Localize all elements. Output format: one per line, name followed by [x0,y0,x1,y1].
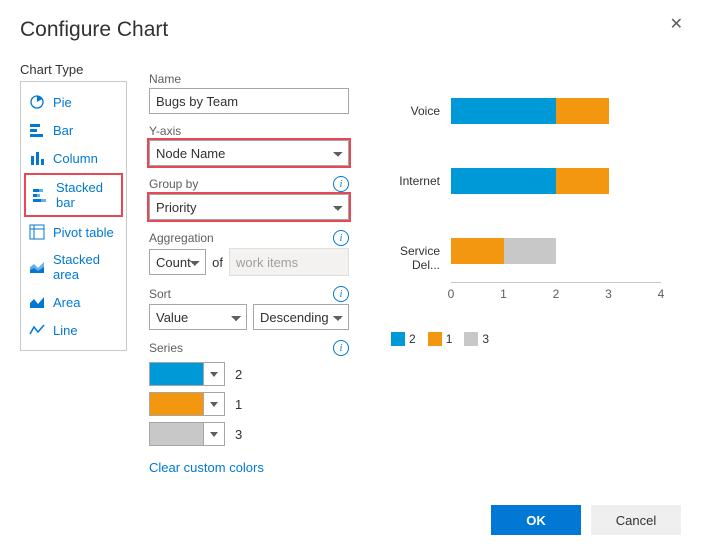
chart-bar [451,168,609,194]
legend-item: 2 [391,332,416,346]
chart-preview: VoiceInternetService Del...01234 213 [371,62,681,475]
chart-bar [451,238,556,264]
series-row: 1 [149,392,349,416]
chart-type-area[interactable]: Area [21,288,126,316]
column-icon [29,150,45,166]
area-icon [29,294,45,310]
yaxis-label: Y-axis [149,124,349,138]
legend-swatch [428,332,442,346]
legend-item: 3 [464,332,489,346]
chart-type-pie[interactable]: Pie [21,88,126,116]
chart-x-axis: 01234 [451,282,661,283]
chart-type-column[interactable]: Column [21,144,126,172]
legend-swatch [391,332,405,346]
aggregation-target: work items [229,248,349,276]
chevron-down-icon [203,363,224,385]
chart-category-label: Internet [371,174,446,188]
chart-type-stacked-area[interactable]: Stacked area [21,246,126,288]
sort-by-select[interactable]: Value [149,304,247,330]
chevron-down-icon [203,423,224,445]
chart-segment [451,98,556,124]
series-row: 2 [149,362,349,386]
pie-icon [29,94,45,110]
close-icon[interactable]: ✕ [670,14,683,34]
stacked-area-icon [29,259,45,275]
chart-type-bar[interactable]: Bar [21,116,126,144]
chart-tick: 4 [658,287,665,301]
clear-colors-link[interactable]: Clear custom colors [149,460,264,475]
dialog-title: Configure Chart [20,18,681,42]
chart-type-heading: Chart Type [20,62,127,77]
chart-segment [451,168,556,194]
ok-button[interactable]: OK [491,505,581,535]
legend-label: 1 [446,332,453,346]
legend-swatch [464,332,478,346]
series-color-picker[interactable] [149,362,225,386]
legend-label: 3 [482,332,489,346]
info-icon[interactable]: i [333,176,349,192]
name-input[interactable] [149,88,349,114]
series-name: 3 [235,427,242,442]
chart-tick: 2 [553,287,560,301]
stacked-bar-icon [32,187,48,203]
groupby-select[interactable]: Priority [149,194,349,220]
chart-type-list: Pie Bar Column Stacked bar Pivot table [20,81,127,351]
line-icon [29,322,45,338]
chart-segment [556,168,609,194]
series-color-picker[interactable] [149,422,225,446]
legend-label: 2 [409,332,416,346]
series-row: 3 [149,422,349,446]
cancel-button[interactable]: Cancel [591,505,681,535]
legend-item: 1 [428,332,453,346]
chart-type-line[interactable]: Line [21,316,126,344]
chart-category-label: Voice [371,104,446,118]
series-label: Seriesi [149,340,349,356]
aggregation-select[interactable]: Count [149,249,206,275]
info-icon[interactable]: i [333,230,349,246]
yaxis-select[interactable]: Node Name [149,140,349,166]
name-label: Name [149,72,349,86]
bar-icon [29,122,45,138]
series-color-picker[interactable] [149,392,225,416]
chevron-down-icon [203,393,224,415]
aggregation-label: Aggregationi [149,230,349,246]
chart-tick: 3 [605,287,612,301]
series-name: 2 [235,367,242,382]
groupby-label: Group byi [149,176,349,192]
chart-category-label: Service Del... [371,244,446,272]
sort-label: Sorti [149,286,349,302]
chart-segment [556,98,609,124]
info-icon[interactable]: i [333,286,349,302]
sort-dir-select[interactable]: Descending [253,304,349,330]
chart-tick: 0 [448,287,455,301]
chart-bar [451,98,609,124]
chart-segment [504,238,557,264]
chart-type-pivot-table[interactable]: Pivot table [21,218,126,246]
info-icon[interactable]: i [333,340,349,356]
pivot-table-icon [29,224,45,240]
chart-segment [451,238,504,264]
chart-type-stacked-bar[interactable]: Stacked bar [25,174,122,216]
series-name: 1 [235,397,242,412]
chart-tick: 1 [500,287,507,301]
aggregation-of-label: of [212,255,223,270]
